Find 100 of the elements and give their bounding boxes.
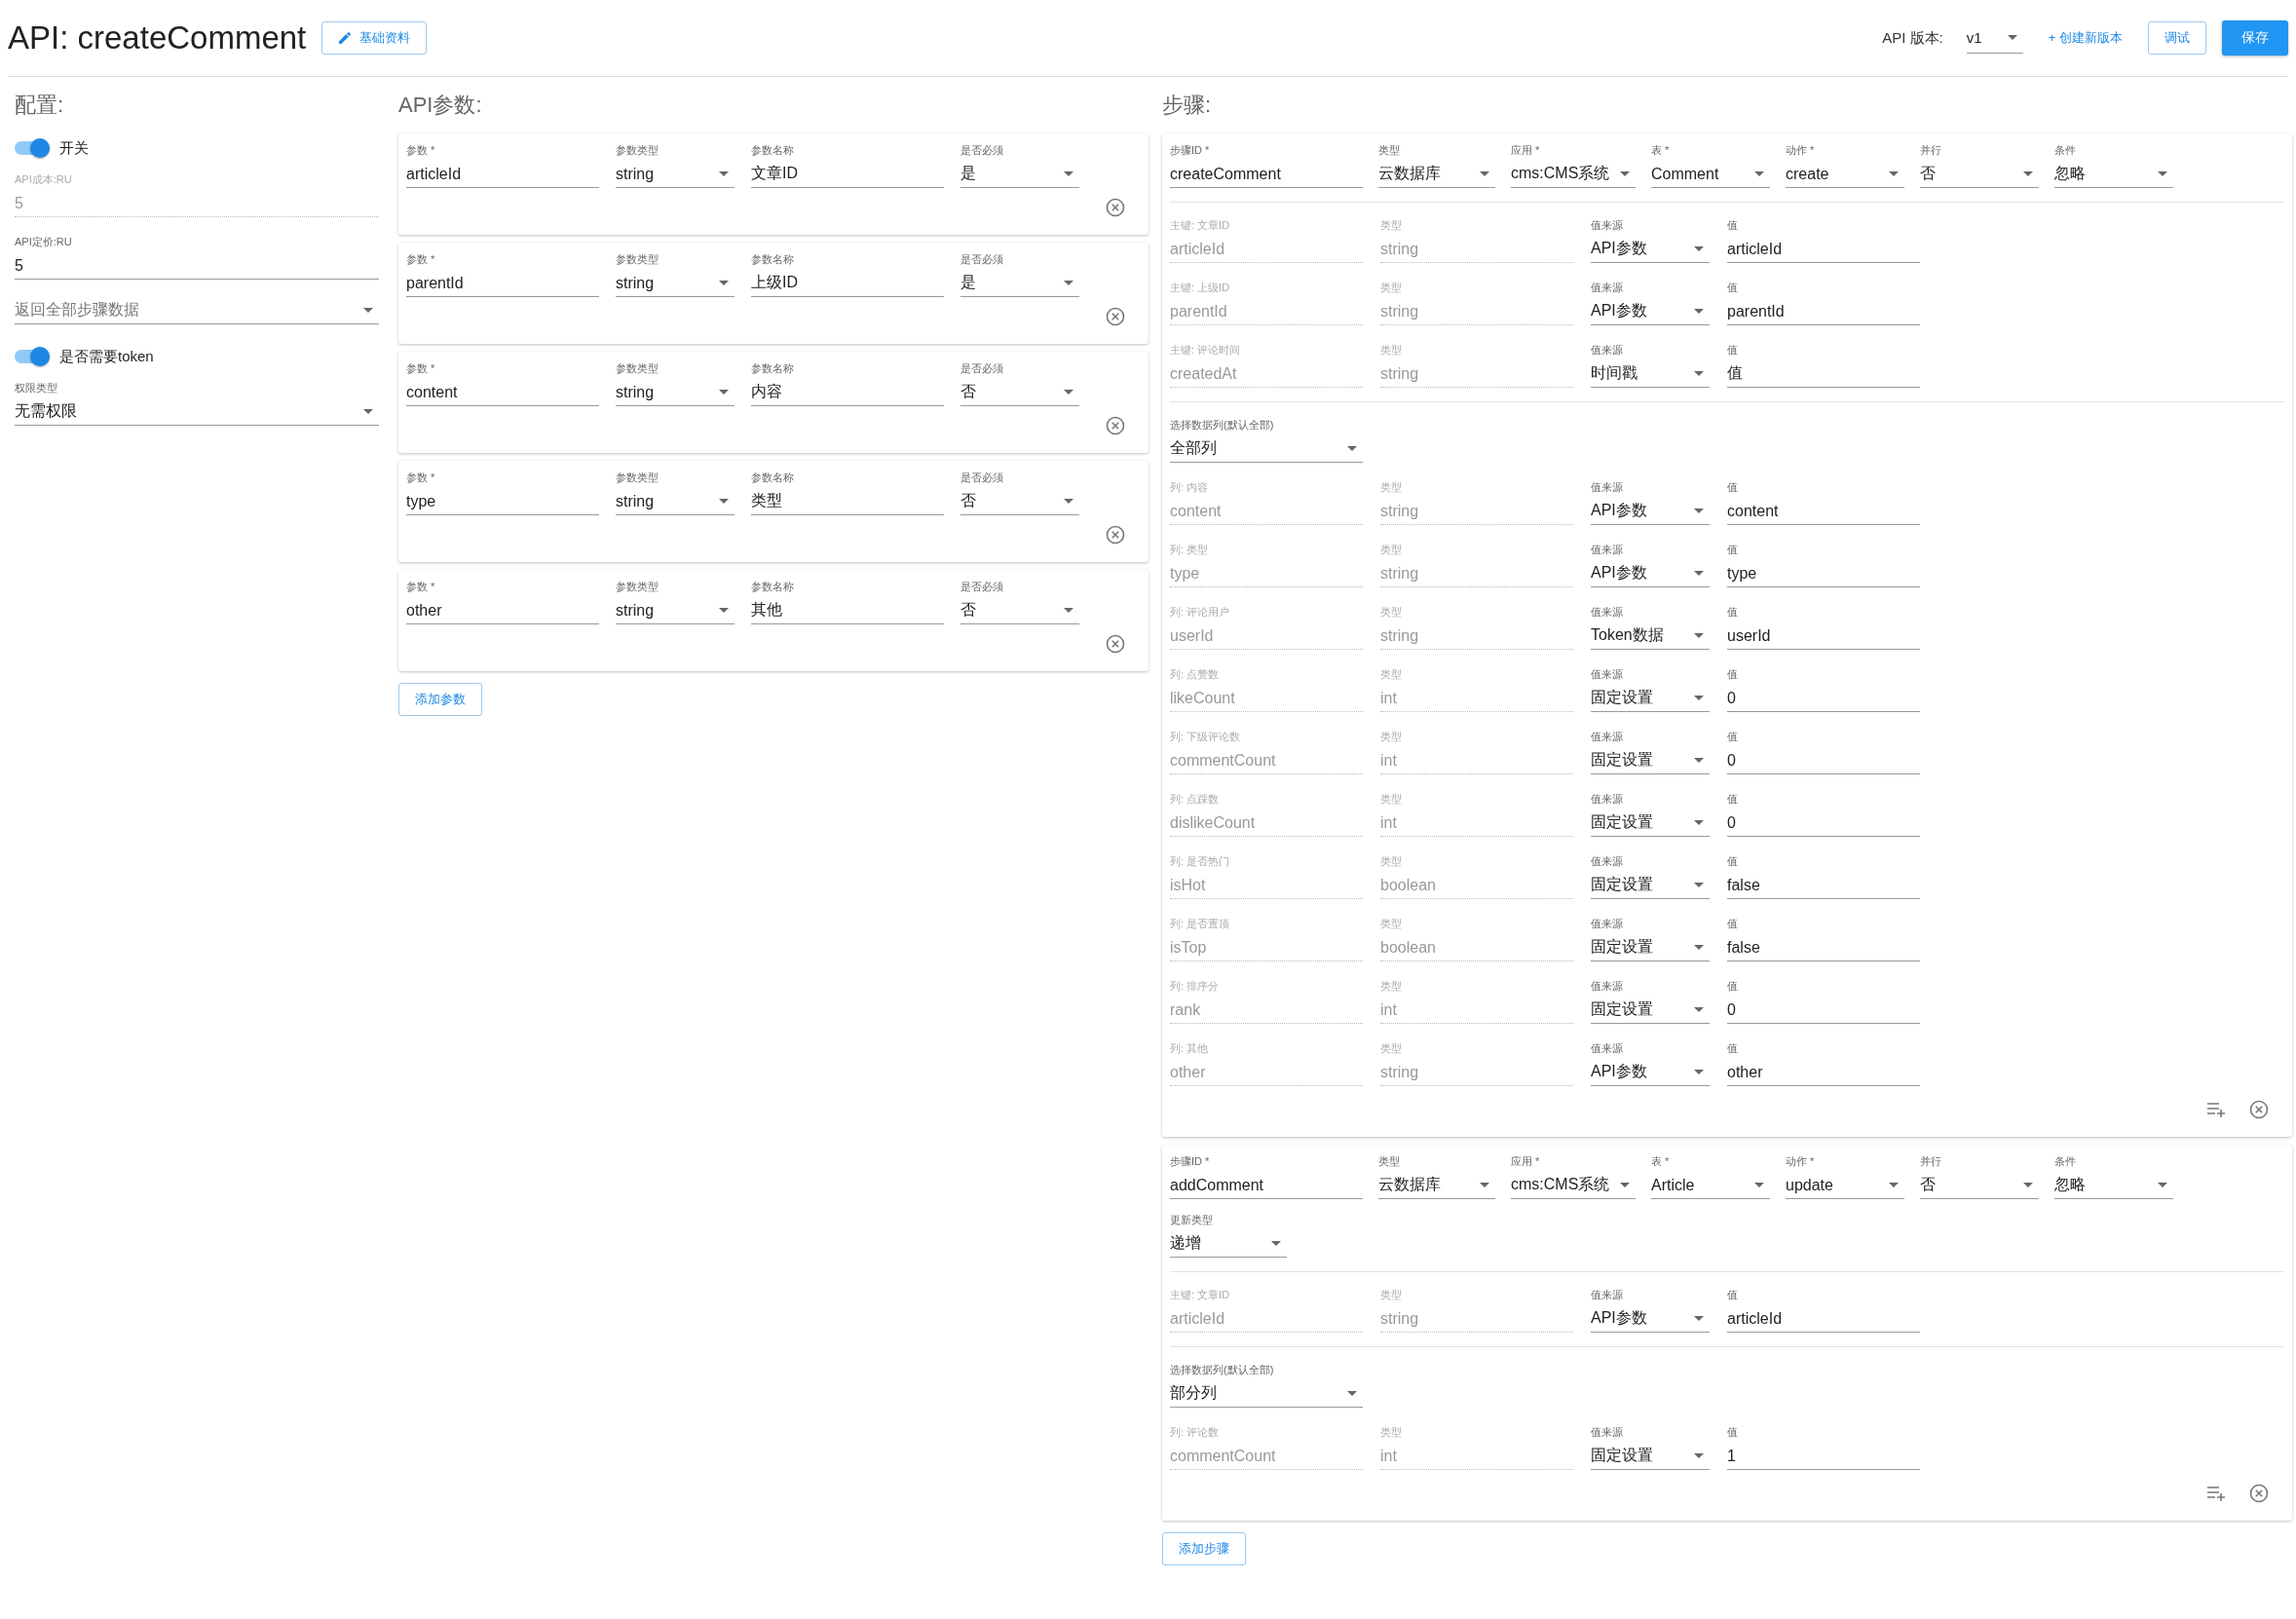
- field-label: 值: [1727, 1425, 1739, 1439]
- text-field[interactable]: type: [406, 488, 599, 515]
- text-field[interactable]: 0: [1727, 810, 1920, 837]
- info-button[interactable]: 基础资料: [321, 21, 428, 55]
- toggle-switch[interactable]: [15, 141, 50, 155]
- select-field[interactable]: 返回全部步骤数据: [15, 297, 379, 324]
- select-field[interactable]: API参数: [1591, 1059, 1710, 1086]
- remove-button[interactable]: [1106, 198, 1125, 217]
- text-field[interactable]: articleId: [406, 161, 599, 188]
- select-field[interactable]: 固定设置: [1591, 872, 1710, 899]
- text-field[interactable]: articleId: [1727, 1305, 1920, 1333]
- text-field[interactable]: content: [406, 379, 599, 406]
- section-title: 步骤:: [1162, 92, 1213, 119]
- field-label: 值: [1727, 343, 1739, 357]
- select-field[interactable]: cms:CMS系统: [1511, 1172, 1636, 1199]
- select-field[interactable]: 否: [960, 597, 1079, 624]
- select-field[interactable]: 固定设置: [1591, 810, 1710, 837]
- select-field[interactable]: update: [1786, 1172, 1904, 1199]
- text-field[interactable]: 0: [1727, 747, 1920, 774]
- remove-button[interactable]: [2249, 1100, 2269, 1119]
- select-field[interactable]: 云数据库: [1378, 161, 1495, 188]
- add-step-button[interactable]: 添加步骤: [1162, 1532, 1246, 1565]
- select-field[interactable]: 递增: [1170, 1230, 1287, 1258]
- select-field[interactable]: API参数: [1591, 298, 1710, 325]
- select-field[interactable]: 固定设置: [1591, 997, 1710, 1024]
- text-field[interactable]: createComment: [1170, 161, 1363, 188]
- text-field[interactable]: 5: [15, 252, 379, 280]
- remove-button[interactable]: [1106, 525, 1125, 545]
- add-param-button[interactable]: 添加参数: [398, 683, 482, 716]
- text-field[interactable]: 类型: [751, 488, 944, 515]
- select-field[interactable]: string: [616, 270, 734, 297]
- readonly-field: int: [1380, 810, 1573, 837]
- select-field[interactable]: 固定设置: [1591, 747, 1710, 774]
- field-label: 参数 *: [406, 143, 436, 157]
- text-field[interactable]: type: [1727, 560, 1920, 587]
- text-field[interactable]: false: [1727, 934, 1920, 961]
- text-field[interactable]: 内容: [751, 379, 944, 406]
- select-field[interactable]: string: [616, 161, 734, 188]
- select-field[interactable]: 部分列: [1170, 1380, 1363, 1408]
- select-field[interactable]: API参数: [1591, 498, 1710, 525]
- remove-button[interactable]: [1106, 416, 1125, 435]
- select-field[interactable]: 否: [960, 488, 1079, 515]
- text-field[interactable]: 0: [1727, 997, 1920, 1024]
- select-field[interactable]: 否: [1920, 1172, 2039, 1199]
- select-field[interactable]: Article: [1651, 1172, 1770, 1199]
- create-version-button[interactable]: + 创建新版本: [2038, 29, 2132, 47]
- select-field[interactable]: 是: [960, 161, 1079, 188]
- select-field[interactable]: 云数据库: [1378, 1172, 1495, 1199]
- text-field[interactable]: parentId: [1727, 298, 1920, 325]
- select-field[interactable]: create: [1786, 161, 1904, 188]
- select-field[interactable]: 全部列: [1170, 435, 1363, 463]
- select-field[interactable]: 忽略: [2054, 161, 2173, 188]
- toggle-switch[interactable]: [15, 350, 50, 363]
- caret-icon: [1694, 508, 1704, 513]
- readonly-field: string: [1380, 298, 1573, 325]
- select-field[interactable]: 固定设置: [1591, 934, 1710, 961]
- text-field[interactable]: 值: [1727, 360, 1920, 388]
- select-field[interactable]: 忽略: [2054, 1172, 2173, 1199]
- select-field[interactable]: API参数: [1591, 560, 1710, 587]
- select-field[interactable]: API参数: [1591, 1305, 1710, 1333]
- text-field[interactable]: 文章ID: [751, 161, 944, 188]
- debug-button[interactable]: 调试: [2148, 21, 2206, 55]
- text-field[interactable]: 其他: [751, 597, 944, 624]
- caret-icon: [719, 171, 729, 176]
- field-label: 列: 点赞数: [1170, 667, 1221, 681]
- select-field[interactable]: 时间戳: [1591, 360, 1710, 388]
- select-field[interactable]: string: [616, 597, 734, 624]
- remove-button[interactable]: [1106, 307, 1125, 326]
- add-row-button[interactable]: [2206, 1486, 2226, 1501]
- switch-thumb[interactable]: [30, 138, 50, 158]
- text-field[interactable]: 上级ID: [751, 270, 944, 297]
- text-field[interactable]: other: [1727, 1059, 1920, 1086]
- remove-button[interactable]: [2249, 1484, 2269, 1503]
- text-field[interactable]: addComment: [1170, 1172, 1363, 1199]
- text-field[interactable]: 1: [1727, 1443, 1920, 1470]
- select-field[interactable]: 否: [960, 379, 1079, 406]
- select-field[interactable]: Comment: [1651, 161, 1770, 188]
- select-field[interactable]: 是: [960, 270, 1079, 297]
- select-field[interactable]: 固定设置: [1591, 685, 1710, 712]
- select-field[interactable]: string: [616, 379, 734, 406]
- field-label: 值来源: [1591, 979, 1624, 993]
- add-row-button[interactable]: [2206, 1102, 2226, 1117]
- field-label: 步骤ID *: [1170, 1154, 1211, 1168]
- text-field[interactable]: content: [1727, 498, 1920, 525]
- select-field[interactable]: 固定设置: [1591, 1443, 1710, 1470]
- text-field[interactable]: userId: [1727, 622, 1920, 650]
- switch-thumb[interactable]: [30, 347, 50, 366]
- text-field[interactable]: articleId: [1727, 236, 1920, 263]
- select-field[interactable]: 无需权限: [15, 398, 379, 426]
- version-select[interactable]: v1: [1966, 22, 2023, 54]
- select-field[interactable]: API参数: [1591, 236, 1710, 263]
- text-field[interactable]: false: [1727, 872, 1920, 899]
- text-field[interactable]: parentId: [406, 270, 599, 297]
- remove-button[interactable]: [1106, 634, 1125, 654]
- select-field[interactable]: string: [616, 488, 734, 515]
- text-field[interactable]: other: [406, 597, 599, 624]
- text-field[interactable]: 0: [1727, 685, 1920, 712]
- select-field[interactable]: Token数据: [1591, 622, 1710, 650]
- select-field[interactable]: cms:CMS系统: [1511, 161, 1636, 188]
- select-field[interactable]: 否: [1920, 161, 2039, 188]
